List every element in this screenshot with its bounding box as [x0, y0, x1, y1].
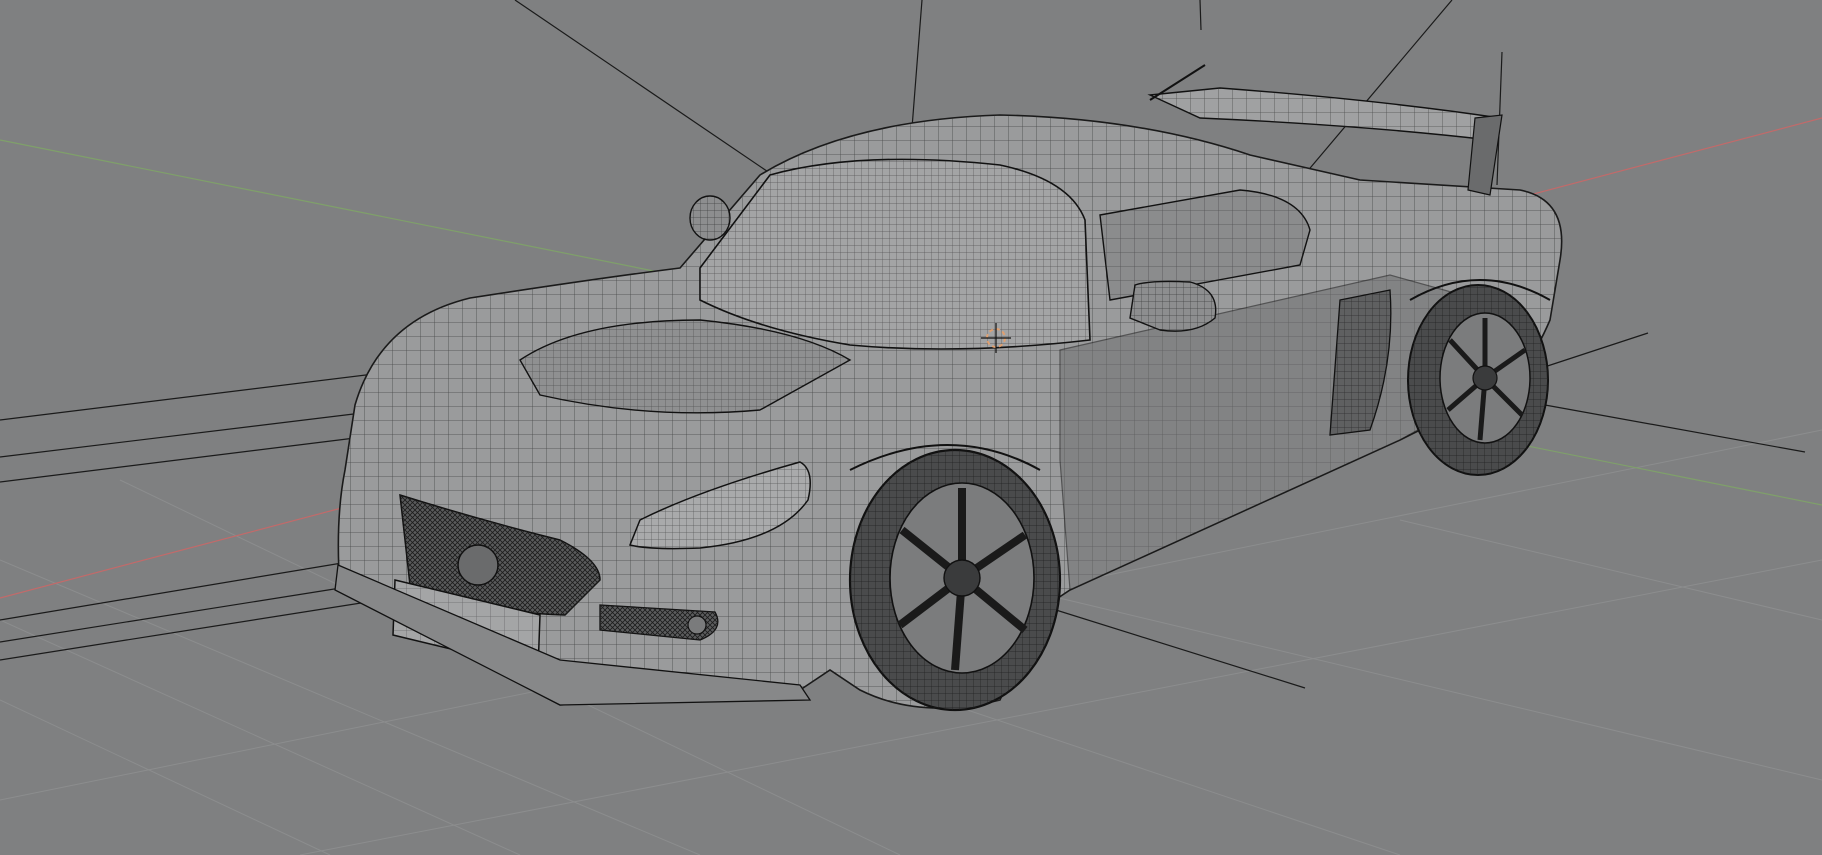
grille-badge — [457, 544, 499, 586]
fog-light — [687, 615, 707, 635]
rear-wheel — [1407, 284, 1549, 476]
viewport-canvas[interactable] — [0, 0, 1822, 855]
3d-viewport[interactable] — [0, 0, 1822, 855]
front-wheel — [848, 448, 1062, 712]
car-mesh[interactable] — [334, 64, 1563, 712]
